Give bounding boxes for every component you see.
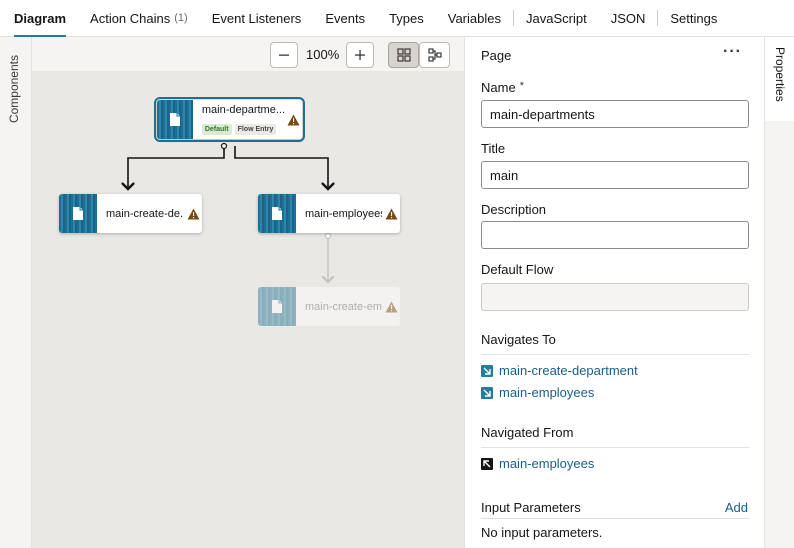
diagram-node[interactable]: main-create-em... (258, 287, 400, 326)
page-icon (59, 194, 97, 233)
diagram-node[interactable]: main-departme... Default Flow Entry (154, 97, 305, 142)
page-icon (258, 194, 296, 233)
default-flow-field[interactable] (481, 283, 749, 311)
navigated-from-link-label: main-employees (499, 456, 595, 471)
warning-icon (382, 287, 400, 326)
arrow-down-right-icon (481, 364, 493, 377)
warning-icon (285, 100, 302, 139)
default-badge: Default (201, 124, 232, 135)
diagram-connectors (0, 142, 464, 548)
tab-settings[interactable]: Settings (670, 0, 717, 36)
edge-employees-to-departments (237, 148, 310, 193)
name-label: Name * (481, 80, 524, 95)
navigates-to-link-label: main-create-department (499, 363, 638, 378)
panel-title: Page (481, 48, 512, 63)
tab-divider (657, 10, 659, 26)
tab-json[interactable]: JSON (611, 0, 646, 36)
tab-json-label: JSON (610, 10, 646, 26)
node-label: main-employees (305, 207, 382, 220)
edge-port (324, 232, 332, 240)
name-field[interactable] (481, 100, 749, 128)
navigated-from-link[interactable]: main-employees (481, 456, 594, 471)
no-input-parameters-text: No input parameters. (481, 525, 603, 540)
page-icon (157, 100, 193, 139)
required-indicator: * (519, 80, 524, 92)
navigates-to-link-label: main-employees (499, 385, 595, 400)
properties-rail: Properties (764, 37, 794, 548)
navigates-to-heading: Navigates To (481, 332, 749, 355)
node-label: main-create-de... (106, 207, 184, 220)
description-field[interactable] (481, 221, 749, 249)
section-divider (481, 518, 749, 519)
navigates-to-link[interactable]: main-employees (481, 385, 594, 400)
arrow-down-right-icon (481, 386, 493, 399)
node-label: main-create-em... (305, 300, 382, 313)
tab-javascript-label: JavaScript (525, 10, 587, 26)
navigates-to-link[interactable]: main-create-department (481, 363, 638, 378)
tab-settings-label: Settings (670, 10, 718, 26)
properties-tab-label: Properties (773, 47, 787, 102)
tab-javascript[interactable]: JavaScript (526, 0, 587, 36)
properties-tab[interactable]: Properties (765, 37, 794, 121)
warning-icon (382, 194, 400, 233)
description-label: Description (481, 202, 547, 217)
title-label: Title (481, 141, 506, 156)
more-icon[interactable]: ··· (723, 43, 742, 61)
diagram-node[interactable]: main-employees (258, 194, 400, 233)
tab-divider (512, 10, 514, 26)
edge-departments-to-employees (234, 146, 328, 189)
edge-departments-to-create-department (128, 146, 225, 189)
title-field[interactable] (481, 161, 749, 189)
arrow-up-left-icon (481, 457, 493, 470)
diagram-node[interactable]: main-create-de... (59, 194, 202, 233)
navigated-from-heading: Navigated From (481, 425, 749, 448)
properties-panel: Page ··· Name* Title Description Default… (464, 37, 764, 548)
flow-entry-badge: Flow Entry (234, 124, 277, 135)
node-label: main-departme... (201, 104, 286, 116)
warning-icon (184, 194, 202, 233)
edge-port (220, 142, 228, 150)
default-flow-label: Default Flow (481, 262, 554, 277)
input-parameters-heading: Input Parameters (481, 500, 581, 515)
page-icon (258, 287, 296, 326)
add-input-parameter-link[interactable]: Add (725, 500, 748, 515)
